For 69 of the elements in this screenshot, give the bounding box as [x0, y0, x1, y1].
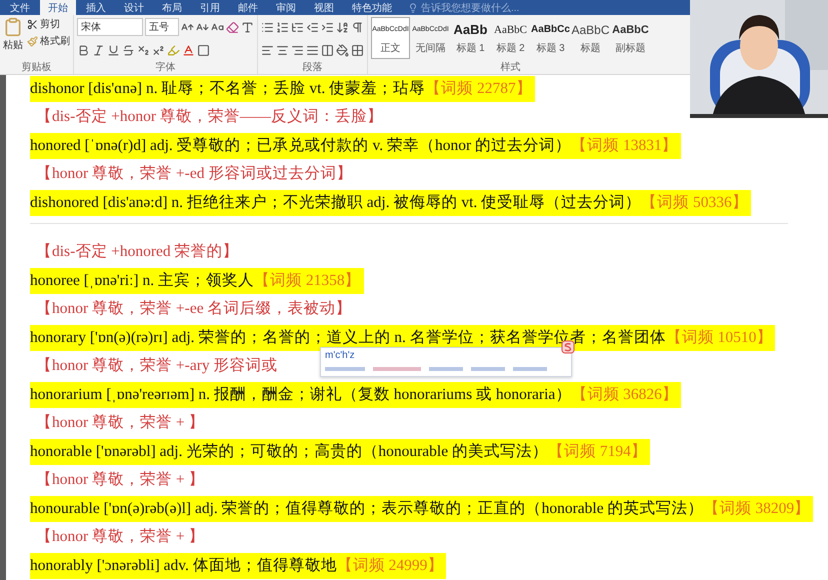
- ribbon-tab[interactable]: 插入: [78, 0, 114, 16]
- align-right-icon[interactable]: [291, 44, 304, 57]
- eraser-icon[interactable]: [226, 20, 239, 34]
- etymology-note: 【honor 尊敬，荣誉 +-ary 形容词或: [35, 356, 278, 376]
- paintbrush-icon: [27, 36, 38, 47]
- pinyin-composition: m'c'h'z: [325, 350, 356, 362]
- ribbon-tab[interactable]: 视图: [306, 0, 342, 16]
- paste-button[interactable]: 粘贴: [3, 17, 23, 62]
- dictionary-entry: dishonored [dis'anə:d] n. 拒绝往来户；不光荣撤职 adj. 被侮辱的 vt. 使受耻辱（过去分词）【词频 50336】: [30, 190, 751, 216]
- ribbon-tab[interactable]: 特色功能: [344, 0, 400, 16]
- etymology-note: 【honor 尊敬，荣誉 + 】: [35, 527, 205, 548]
- style-item[interactable]: AaBbC 副标题: [611, 17, 650, 60]
- etymology-note: 【honor 尊敬，荣誉 + 】: [35, 413, 205, 434]
- align-left-icon[interactable]: [261, 44, 274, 57]
- group-label: 字体: [154, 62, 176, 74]
- bold-icon[interactable]: [77, 44, 90, 57]
- dictionary-entry: honorably ['ɔnərəbli] adv. 体面地；值得尊敬地【词频 24999】: [30, 552, 446, 579]
- dictionary-entry: honored [ˈɒnə(r)d] adj. 受尊敬的；已承兑或付款的 v. 荣幸（honor 的过去分词）【词频 13831】: [30, 132, 681, 159]
- dictionary-entry: honorarium [ˌɒnə'reərɪəm] n. 报酬，酬金；谢礼（复数 honorariums 或 honoraria）【词频 36826】: [30, 382, 681, 408]
- decrease-indent-icon[interactable]: [306, 20, 319, 34]
- cut-button[interactable]: 剪切: [27, 17, 70, 32]
- ribbon-tab[interactable]: 引用: [192, 0, 228, 16]
- style-item[interactable]: AaBbC 标题: [571, 17, 610, 60]
- ribbon-tab[interactable]: 布局: [154, 0, 190, 16]
- group-label: 段落: [302, 62, 324, 74]
- ribbon-tab[interactable]: 邮件: [230, 0, 266, 16]
- pilcrow-icon[interactable]: [351, 20, 364, 34]
- format-painter-button[interactable]: 格式刷: [27, 34, 70, 48]
- italic-icon[interactable]: [92, 44, 105, 57]
- group-label: 剪贴板: [20, 62, 52, 74]
- scissors-icon: [27, 18, 38, 30]
- etymology-note: 【honor 尊敬，荣誉 +-ee 名词后缀，表被动】: [35, 299, 352, 320]
- borders-icon[interactable]: [351, 44, 364, 57]
- ribbon-tab[interactable]: 开始: [40, 0, 76, 16]
- lightbulb-icon: [408, 2, 418, 13]
- ribbon-tab[interactable]: 文件: [2, 0, 38, 16]
- style-item[interactable]: AaBbC 标题 2: [491, 17, 530, 60]
- dictionary-entry: honoree [ˌɒnə'riː] n. 主宾；领奖人【词频 21358】: [30, 268, 364, 294]
- type-icon[interactable]: [241, 20, 254, 34]
- numbered-list-icon[interactable]: [276, 20, 289, 34]
- sort-icon[interactable]: [336, 20, 349, 34]
- dictionary-entry: honorable ['ɒnərəbl] adj. 光荣的；可敬的；高贵的（honourable 的美式写法）【词频 7194】: [30, 438, 650, 465]
- dictionary-entry: dishonor [dis'ɑnə] n. 耻辱；不名誉；丢脸 vt. 使蒙羞；玷辱【词频 22787】: [30, 76, 535, 102]
- strikethrough-icon[interactable]: [122, 44, 135, 57]
- etymology-note: 【honor 尊敬，荣誉 + 】: [35, 470, 205, 490]
- etymology-note: 【honor 尊敬，荣誉 +-ed 形容词或过去分词】: [35, 164, 352, 184]
- superscript-icon[interactable]: [152, 44, 165, 57]
- paint-bucket-icon[interactable]: [336, 44, 349, 57]
- font-color-icon[interactable]: [182, 44, 195, 57]
- shading-icon[interactable]: [197, 44, 210, 57]
- group-label: 样式: [500, 62, 522, 74]
- etymology-note: 【dis-否定 +honored 荣誉的】: [35, 242, 239, 262]
- underline-icon[interactable]: [107, 44, 120, 57]
- ribbon-tab[interactable]: 设计: [116, 0, 152, 16]
- etymology-note: 【dis-否定 +honor 尊敬，荣誉——反义词：丢脸】: [35, 107, 383, 128]
- style-item[interactable]: AaBbCc 标题 3: [531, 17, 570, 60]
- ribbon-tab[interactable]: 审阅: [268, 0, 304, 16]
- columns-icon[interactable]: [321, 44, 334, 57]
- dictionary-entry: honourable ['ɒn(ə)rəb(ə)l] adj. 荣誉的；值得尊敬的；表示尊敬的；正直的（honorable 的英式写法）【词频 38209】: [30, 496, 814, 522]
- align-center-icon[interactable]: [276, 44, 289, 57]
- clipboard-icon: [3, 17, 23, 38]
- font-size-field[interactable]: 五号: [145, 18, 179, 36]
- bullet-list-icon[interactable]: [261, 20, 274, 34]
- justify-icon[interactable]: [306, 44, 319, 57]
- font-name-field[interactable]: 宋体: [77, 18, 143, 36]
- increase-indent-icon[interactable]: [321, 20, 334, 34]
- subscript-icon[interactable]: [137, 44, 150, 57]
- multilevel-list-icon[interactable]: [291, 20, 304, 34]
- style-item[interactable]: AaBb 标题 1: [451, 17, 490, 60]
